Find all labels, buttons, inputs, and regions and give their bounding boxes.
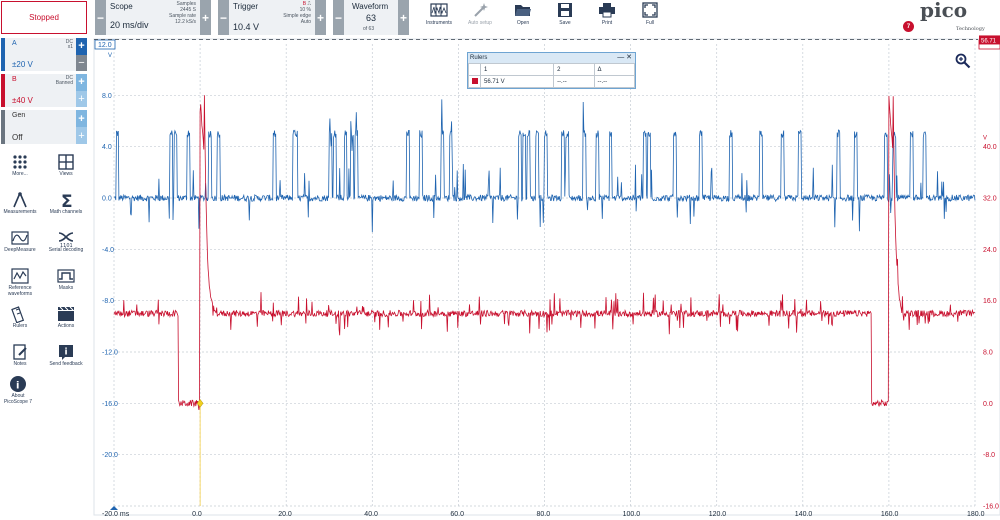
right-axis-unit: V: [983, 136, 987, 142]
left-axis-tick-label: 0.0: [102, 196, 112, 203]
picoscope-window: Stopped − Scope 20 ms/div Samples 2445 S…: [0, 0, 1000, 520]
left-axis-tick-label: -12.0: [102, 350, 118, 357]
right-axis-tick-label: 24.0: [983, 247, 997, 254]
left-axis-unit: V: [108, 53, 112, 59]
trigger-time-marker: [110, 506, 118, 510]
left-axis-tick-label: 4.0: [102, 144, 112, 151]
ruler-1-value: 56.71 V: [479, 75, 555, 88]
rulers-panel[interactable]: Rulers — ✕ 1 2 Δ 56.71 V --.-- --.--: [467, 52, 636, 89]
rulers-table: 1 2 Δ 56.71 V --.-- --.--: [468, 63, 636, 88]
x-tick-label: 140.0: [795, 511, 813, 518]
plot-border: [93, 38, 1000, 516]
plot-axes: -20.0 ms 0.0 20.0 40.0 60.0 80.0 100.0 120.0 140…: [94, 35, 1000, 518]
rulers-col1-header: 1: [479, 63, 555, 76]
left-axis-tick-label: -4.0: [102, 247, 114, 254]
x-tick-label: 160.0: [881, 511, 899, 518]
ruler-2-value: --.--: [553, 75, 595, 88]
rulers-channel-b-swatch: [468, 75, 481, 88]
ruler-delta-value: --.--: [593, 75, 636, 88]
rulers-panel-header[interactable]: Rulers — ✕: [468, 53, 635, 63]
rulers-panel-controls[interactable]: — ✕: [617, 53, 632, 63]
x-tick-label: 0.0: [192, 511, 202, 518]
x-tick-label: -20.0 ms: [102, 511, 130, 518]
zoom-icon[interactable]: [955, 53, 971, 69]
right-axis-tick-label: -8.0: [983, 452, 995, 459]
left-axis-tick-label: -16.0: [102, 401, 118, 408]
left-axis-top-value: 12.0: [98, 42, 112, 49]
plot-grid: [93, 38, 1000, 516]
x-tick-label: 120.0: [709, 511, 727, 518]
left-axis-tick-label: -8.0: [102, 298, 114, 305]
right-axis-tick-label: 16.0: [983, 298, 997, 305]
rulers-table-blank: [468, 63, 481, 76]
right-axis-tick-label: 0.0: [983, 401, 993, 408]
x-tick-label: 60.0: [450, 511, 464, 518]
x-tick-label: 20.0: [278, 511, 292, 518]
x-tick-label: 40.0: [364, 511, 378, 518]
right-axis-tick-label: 32.0: [983, 196, 997, 203]
right-axis-tick-label: 8.0: [983, 350, 993, 357]
x-tick-label: 80.0: [537, 511, 551, 518]
ruler-value-label: 56.71: [981, 38, 997, 44]
x-tick-label: 100.0: [623, 511, 641, 518]
rulers-delta-header: Δ: [593, 63, 636, 76]
left-axis-tick-label: 8.0: [102, 93, 112, 100]
right-axis-tick-label: -16.0: [983, 504, 999, 511]
rulers-panel-title: Rulers: [470, 55, 488, 61]
rulers-col2-header: 2: [553, 63, 595, 76]
left-axis-tick-label: -20.0: [102, 452, 118, 459]
x-tick-label: 180.0: [967, 511, 985, 518]
right-axis-tick-label: 40.0: [983, 144, 997, 151]
